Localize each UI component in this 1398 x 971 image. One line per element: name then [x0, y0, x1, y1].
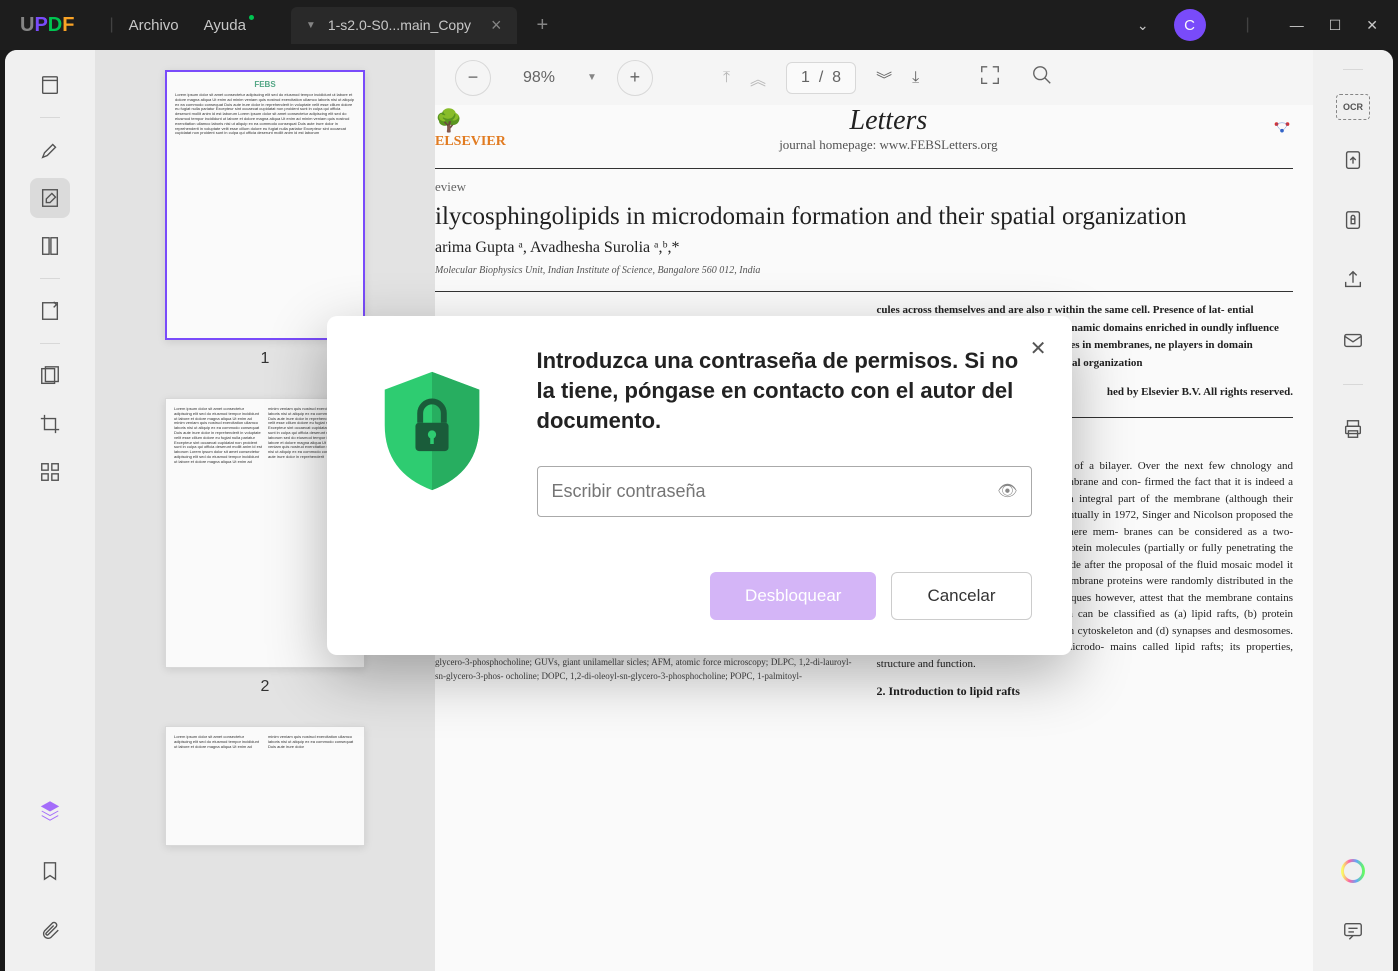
modal-close-button[interactable]: ✕ — [1030, 336, 1047, 361]
cancel-button[interactable]: Cancelar — [891, 572, 1031, 620]
unlock-button[interactable]: Desbloquear — [710, 572, 876, 620]
modal-message: Introduzca una contraseña de permisos. S… — [537, 346, 1032, 435]
shield-lock-icon — [367, 366, 497, 496]
show-password-icon[interactable]: 👁 — [997, 481, 1017, 501]
password-modal-overlay: ✕ Introduzca una contraseña de permisos.… — [0, 0, 1398, 971]
password-input[interactable] — [537, 466, 1032, 517]
password-modal: ✕ Introduzca una contraseña de permisos.… — [327, 316, 1072, 654]
